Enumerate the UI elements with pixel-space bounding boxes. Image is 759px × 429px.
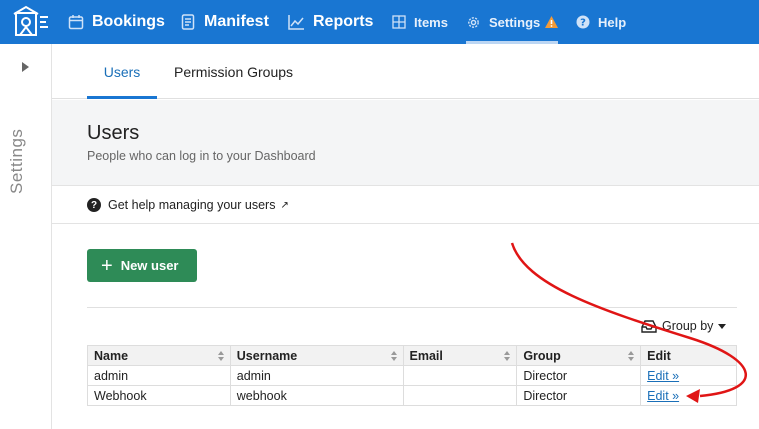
sort-icon[interactable] [217,351,224,361]
tray-icon [641,319,657,333]
nav-settings-label: Settings [489,14,541,30]
group-by-label: Group by [662,319,714,333]
cell-group: Director [516,385,642,406]
edit-link[interactable]: Edit » [647,389,679,403]
logo-icon[interactable] [12,5,50,39]
sort-icon[interactable] [390,351,397,361]
settings-side-rail[interactable]: Settings [0,44,52,429]
gear-icon [468,16,479,28]
cell-group: Director [516,365,642,386]
table-header-row: Name Username Email Group Edit [87,345,737,366]
cell-username: webhook [229,385,404,406]
column-header-name[interactable]: Name [87,345,231,366]
question-icon: ? [87,198,101,212]
tab-users[interactable]: Users [87,44,157,99]
cell-email [402,385,518,406]
nav-help-label: Help [598,14,627,30]
calendar-icon [68,15,84,30]
nav-reports[interactable]: Reports [288,0,373,44]
divider [87,307,737,308]
chevron-down-icon [718,323,727,329]
tab-permission-groups[interactable]: Permission Groups [174,44,293,99]
column-header-group-label: Group [523,348,561,363]
nav-manifest-label: Manifest [204,13,269,30]
help-icon: ? [576,15,590,29]
expand-caret-icon[interactable] [22,62,29,72]
nav-bookings[interactable]: Bookings [68,0,165,44]
column-header-edit: Edit [640,345,737,366]
new-user-label: New user [120,258,179,273]
cell-email [402,365,518,386]
side-rail-label: Settings [7,128,26,194]
help-row: ? Get help managing your users ↗ [52,187,759,224]
cell-name: Webhook [87,385,231,406]
new-user-button[interactable]: + New user [87,249,197,282]
help-link[interactable]: Get help managing your users [108,198,275,212]
column-header-email-label: Email [409,348,443,363]
nav-reports-label: Reports [313,13,374,30]
cell-username: admin [229,365,404,386]
nav-settings[interactable]: Settings [466,0,559,44]
table-row: Webhook webhook Director Edit » [87,385,737,406]
warning-icon [545,16,559,28]
page-title: Users [87,122,140,144]
cell-edit: Edit » [640,365,737,386]
chart-icon [288,15,304,30]
edit-link[interactable]: Edit » [647,369,679,383]
svg-text:?: ? [580,18,586,29]
external-link-icon: ↗ [280,199,289,211]
column-header-group[interactable]: Group [516,345,642,366]
plus-icon: + [101,254,113,277]
users-table: Name Username Email Group Edit admin adm… [87,345,737,406]
nav-manifest[interactable]: Manifest [180,0,269,44]
nav-help[interactable]: ? Help [576,0,626,44]
column-header-username-label: Username [236,348,298,363]
column-header-name-label: Name [94,348,129,363]
column-header-username[interactable]: Username [229,345,404,366]
grid-icon [392,15,406,29]
table-row: admin admin Director Edit » [87,365,737,386]
sort-icon[interactable] [504,351,511,361]
cell-name: admin [87,365,231,386]
page-header: Users People who can log in to your Dash… [52,100,759,186]
sort-icon[interactable] [628,351,635,361]
nav-bookings-label: Bookings [92,13,165,30]
manifest-icon [181,14,195,30]
top-navbar: Bookings Manifest Reports Items Settings [0,0,759,44]
cell-edit: Edit » [640,385,737,406]
group-by-dropdown[interactable]: Group by [641,318,727,334]
settings-tabs: Users Permission Groups [52,44,759,99]
column-header-email[interactable]: Email [402,345,518,366]
nav-items[interactable]: Items [392,0,448,44]
nav-items-label: Items [414,14,448,30]
page-subtitle: People who can log in to your Dashboard [87,149,316,163]
